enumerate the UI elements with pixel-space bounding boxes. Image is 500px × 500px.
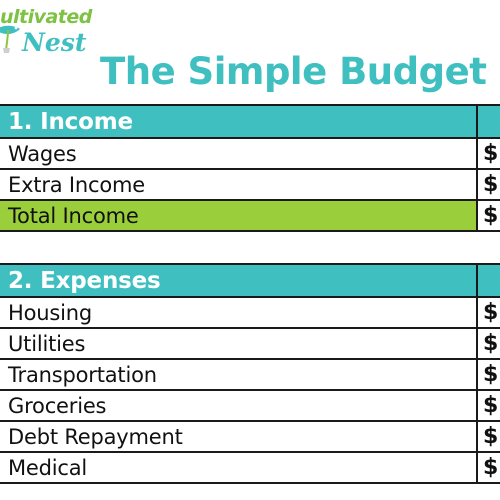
- section-header-amount-cell: [478, 265, 500, 296]
- table-row[interactable]: Transportation $: [0, 358, 500, 391]
- row-amount-medical[interactable]: $: [478, 453, 500, 482]
- page-header: ultivated Nest The Simple Budget: [0, 0, 500, 106]
- logo-word-nest: Nest: [22, 28, 87, 57]
- section-spacer: [0, 232, 500, 265]
- page-title: The Simple Budget: [100, 50, 487, 93]
- row-label-wages: Wages: [0, 139, 478, 168]
- row-label-transportation: Transportation: [0, 360, 478, 389]
- section-header-income: 1. Income: [0, 104, 500, 139]
- logo-word-cultivated: ultivated: [0, 6, 92, 28]
- row-amount-transportation[interactable]: $: [478, 360, 500, 389]
- row-label-medical: Medical: [0, 453, 478, 482]
- section-header-label: 2. Expenses: [0, 265, 478, 296]
- cultivated-nest-logo: ultivated Nest: [0, 2, 112, 60]
- currency-symbol: $: [483, 172, 499, 197]
- row-label-total-income: Total Income: [0, 201, 478, 230]
- table-row[interactable]: Debt Repayment $: [0, 420, 500, 453]
- table-row[interactable]: Groceries $: [0, 389, 500, 422]
- row-label-groceries: Groceries: [0, 391, 478, 420]
- currency-symbol: $: [483, 300, 499, 325]
- row-label-utilities: Utilities: [0, 329, 478, 358]
- table-row-total-income[interactable]: Total Income $: [0, 199, 500, 232]
- table-row[interactable]: Housing $: [0, 296, 500, 329]
- table-row[interactable]: Utilities $: [0, 327, 500, 360]
- currency-symbol: $: [483, 424, 499, 449]
- row-amount-groceries[interactable]: $: [478, 391, 500, 420]
- row-amount-housing[interactable]: $: [478, 298, 500, 327]
- row-label-debt-repayment: Debt Repayment: [0, 422, 478, 451]
- row-amount-extra-income[interactable]: $: [478, 170, 500, 199]
- section-header-label: 1. Income: [0, 106, 478, 137]
- section-income: 1. Income Wages $ Extra Income $ Total I…: [0, 104, 500, 232]
- budget-table: 1. Income Wages $ Extra Income $ Total I…: [0, 104, 500, 484]
- section-expenses: 2. Expenses Housing $ Utilities $ Transp…: [0, 263, 500, 484]
- table-row[interactable]: Wages $: [0, 137, 500, 170]
- currency-symbol: $: [483, 362, 499, 387]
- currency-symbol: $: [483, 331, 499, 356]
- currency-symbol: $: [483, 141, 499, 166]
- section-header-amount-cell: [478, 106, 500, 137]
- table-row[interactable]: Extra Income $: [0, 168, 500, 201]
- section-header-expenses: 2. Expenses: [0, 263, 500, 298]
- row-label-extra-income: Extra Income: [0, 170, 478, 199]
- row-amount-total-income[interactable]: $: [478, 201, 500, 230]
- table-row[interactable]: Medical $: [0, 451, 500, 484]
- row-amount-utilities[interactable]: $: [478, 329, 500, 358]
- currency-symbol: $: [483, 203, 499, 228]
- currency-symbol: $: [483, 393, 499, 418]
- row-amount-wages[interactable]: $: [478, 139, 500, 168]
- row-amount-debt-repayment[interactable]: $: [478, 422, 500, 451]
- currency-symbol: $: [483, 455, 499, 480]
- row-label-housing: Housing: [0, 298, 478, 327]
